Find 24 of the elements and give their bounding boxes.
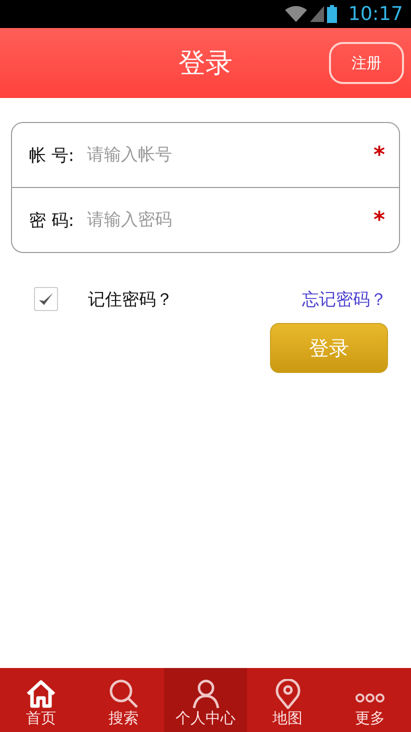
required-mark: * bbox=[373, 208, 385, 232]
field-label: 帐 号: bbox=[29, 144, 76, 166]
tab-item[interactable]: 地图 bbox=[246, 668, 329, 732]
remember-checkbox[interactable] bbox=[34, 287, 58, 311]
tab-item[interactable]: 搜索 bbox=[82, 668, 164, 732]
wifi-icon bbox=[285, 6, 308, 22]
home-icon bbox=[25, 679, 58, 709]
register-button[interactable]: 注册 bbox=[329, 42, 404, 84]
input-field[interactable]: 请输入帐号 bbox=[87, 145, 374, 165]
required-mark: * bbox=[373, 142, 385, 168]
signal-icon bbox=[310, 6, 324, 22]
search-icon bbox=[107, 679, 140, 709]
remember-label: 记住密码？ bbox=[88, 288, 174, 310]
status-time: 10:17 bbox=[348, 3, 403, 25]
field-label: 密 码: bbox=[29, 210, 76, 232]
tab-item[interactable]: 首页 bbox=[0, 668, 82, 732]
page-title: 登录 bbox=[178, 47, 232, 81]
battery-icon bbox=[327, 5, 338, 23]
check-icon bbox=[38, 292, 54, 306]
tab-item[interactable]: 个人中心 bbox=[164, 668, 247, 732]
input-field[interactable]: 请输入密码 bbox=[87, 210, 374, 230]
more-icon bbox=[354, 693, 386, 703]
forgot-password-link[interactable]: 忘记密码？ bbox=[302, 288, 387, 310]
tab-item[interactable]: 更多 bbox=[328, 668, 411, 732]
